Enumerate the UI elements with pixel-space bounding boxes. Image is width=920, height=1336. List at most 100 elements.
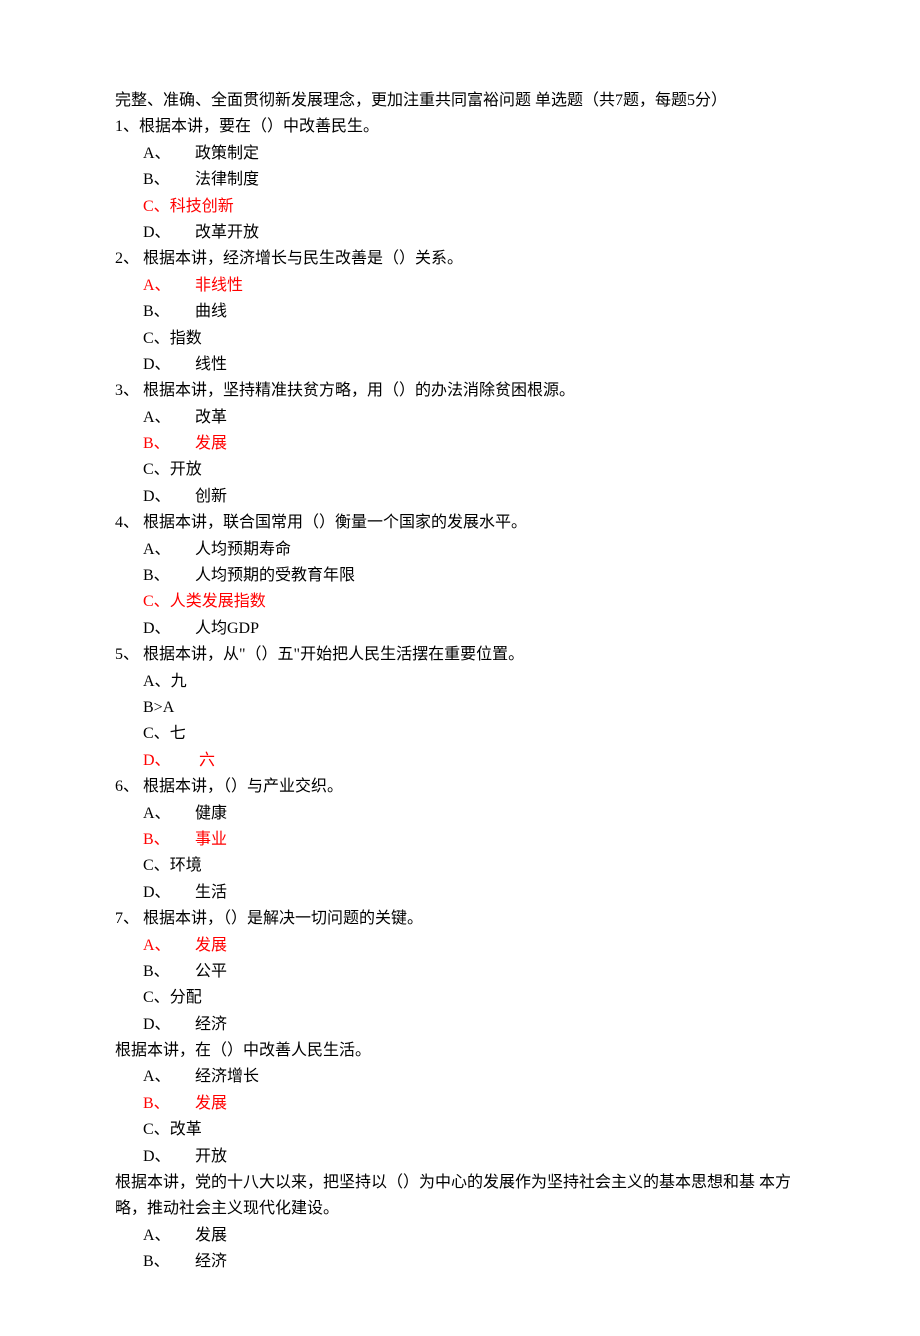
- option-text: 人均预期的受教育年限: [195, 567, 355, 584]
- options-list: A、九B>AC、七D、 六: [115, 669, 805, 775]
- option-marker: D、: [143, 1012, 195, 1038]
- option-marker: D、: [143, 616, 195, 642]
- question: 5、 根据本讲，从"（）五"开始把人民生活摆在重要位置。A、九B>AC、七D、 …: [115, 642, 805, 774]
- option-text: 开放: [170, 461, 202, 478]
- question: 3、 根据本讲，坚持精准扶贫方略，用（）的办法消除贫困根源。A、改革B、发展C、…: [115, 378, 805, 510]
- options-list: A、政策制定B、法律制度C、科技创新D、改革开放: [115, 141, 805, 247]
- option-text: 政策制定: [195, 145, 259, 162]
- option-text: 人均预期寿命: [195, 541, 291, 558]
- option-text: 七: [170, 725, 186, 742]
- option-text: 曲线: [195, 303, 227, 320]
- option: A、经济增长: [143, 1064, 805, 1090]
- extra-question: 根据本讲，党的十八大以来，把坚持以（）为中心的发展作为坚持社会主义的基本思想和基…: [115, 1170, 805, 1276]
- extra-questions-container: 根据本讲，在（）中改善人民生活。A、经济增长B、发展C、改革D、开放根据本讲，党…: [115, 1038, 805, 1276]
- option: B、法律制度: [143, 167, 805, 193]
- option-text: 生活: [195, 884, 227, 901]
- option-marker: A、: [143, 801, 195, 827]
- option-text: 经济增长: [195, 1068, 259, 1085]
- option-text: 分配: [170, 989, 202, 1006]
- option-marker: A、: [143, 273, 195, 299]
- option: B、公平: [143, 959, 805, 985]
- options-list: A、人均预期寿命B、人均预期的受教育年限C、人类发展指数D、人均GDP: [115, 537, 805, 643]
- question-text: 根据本讲，党的十八大以来，把坚持以（）为中心的发展作为坚持社会主义的基本思想和基…: [115, 1170, 805, 1223]
- option-text: 六: [195, 752, 215, 769]
- option: C、人类发展指数: [143, 589, 805, 615]
- option-text: 改革开放: [195, 224, 259, 241]
- option: A、发展: [143, 1223, 805, 1249]
- option-marker: B、: [143, 1091, 195, 1117]
- option-marker: B、: [143, 827, 195, 853]
- option: C、环境: [143, 853, 805, 879]
- option-marker: C、: [143, 985, 170, 1011]
- option: B、人均预期的受教育年限: [143, 563, 805, 589]
- option-marker: C、: [143, 721, 170, 747]
- option-marker: D、: [143, 748, 195, 774]
- option-text: 公平: [195, 963, 227, 980]
- option-text: 发展: [195, 937, 227, 954]
- option-marker: B、: [143, 959, 195, 985]
- option: C、七: [143, 721, 805, 747]
- option-text: 指数: [170, 330, 202, 347]
- question-text: 3、 根据本讲，坚持精准扶贫方略，用（）的办法消除贫困根源。: [115, 378, 805, 404]
- document-content: 完整、准确、全面贯彻新发展理念，更加注重共同富裕问题 单选题（共7题，每题5分）…: [115, 88, 805, 1276]
- option-marker: B>A: [143, 695, 174, 721]
- option: A、发展: [143, 933, 805, 959]
- option: A、政策制定: [143, 141, 805, 167]
- option-marker: D、: [143, 352, 195, 378]
- option-marker: C、: [143, 457, 170, 483]
- options-list: A、改革B、发展C、开放D、创新: [115, 405, 805, 511]
- option-marker: B、: [143, 1249, 195, 1275]
- option-text: 环境: [170, 857, 202, 874]
- document-title: 完整、准确、全面贯彻新发展理念，更加注重共同富裕问题 单选题（共7题，每题5分）: [115, 88, 805, 114]
- option-text: 经济: [195, 1253, 227, 1270]
- option-text: 法律制度: [195, 171, 259, 188]
- option-marker: C、: [143, 194, 170, 220]
- option: D、改革开放: [143, 220, 805, 246]
- option-marker: B、: [143, 431, 195, 457]
- option: C、开放: [143, 457, 805, 483]
- option: B、经济: [143, 1249, 805, 1275]
- extra-question: 根据本讲，在（）中改善人民生活。A、经济增长B、发展C、改革D、开放: [115, 1038, 805, 1170]
- option-text: 经济: [195, 1016, 227, 1033]
- option-marker: A、: [143, 537, 195, 563]
- option-text: 人均GDP: [195, 620, 259, 637]
- question: 7、 根据本讲，（）是解决一切问题的关键。A、发展B、公平C、分配D、经济: [115, 906, 805, 1038]
- question: 2、 根据本讲，经济增长与民生改善是（）关系。A、非线性B、曲线C、指数D、线性: [115, 246, 805, 378]
- option: B>A: [143, 695, 805, 721]
- option-marker: B、: [143, 167, 195, 193]
- option-text: 发展: [195, 1095, 227, 1112]
- question-text: 5、 根据本讲，从"（）五"开始把人民生活摆在重要位置。: [115, 642, 805, 668]
- option-marker: A、: [143, 933, 195, 959]
- option-text: 改革: [170, 1121, 202, 1138]
- option: A、人均预期寿命: [143, 537, 805, 563]
- option-marker: D、: [143, 220, 195, 246]
- option: B、事业: [143, 827, 805, 853]
- option: B、发展: [143, 1091, 805, 1117]
- option-marker: B、: [143, 563, 195, 589]
- option-marker: D、: [143, 880, 195, 906]
- options-list: A、发展B、经济: [115, 1223, 805, 1276]
- option: D、创新: [143, 484, 805, 510]
- option-marker: C、: [143, 1117, 170, 1143]
- question: 6、 根据本讲，（）与产业交织。A、健康B、事业C、环境D、生活: [115, 774, 805, 906]
- question: 4、 根据本讲，联合国常用（）衡量一个国家的发展水平。A、人均预期寿命B、人均预…: [115, 510, 805, 642]
- option: D、生活: [143, 880, 805, 906]
- option: D、经济: [143, 1012, 805, 1038]
- option: D、线性: [143, 352, 805, 378]
- option-text: 健康: [195, 805, 227, 822]
- question-text: 6、 根据本讲，（）与产业交织。: [115, 774, 805, 800]
- option: B、发展: [143, 431, 805, 457]
- option-text: 创新: [195, 488, 227, 505]
- questions-container: 1、根据本讲，要在（）中改善民生。A、政策制定B、法律制度C、科技创新D、改革开…: [115, 114, 805, 1038]
- option: C、分配: [143, 985, 805, 1011]
- question-text: 根据本讲，在（）中改善人民生活。: [115, 1038, 805, 1064]
- option: D、 六: [143, 748, 805, 774]
- option-marker: A、: [143, 669, 171, 695]
- question-text: 1、根据本讲，要在（）中改善民生。: [115, 114, 805, 140]
- option-text: 改革: [195, 409, 227, 426]
- option: D、人均GDP: [143, 616, 805, 642]
- option-marker: A、: [143, 1223, 195, 1249]
- options-list: A、发展B、公平C、分配D、经济: [115, 933, 805, 1039]
- option-marker: D、: [143, 1144, 195, 1170]
- option: A、健康: [143, 801, 805, 827]
